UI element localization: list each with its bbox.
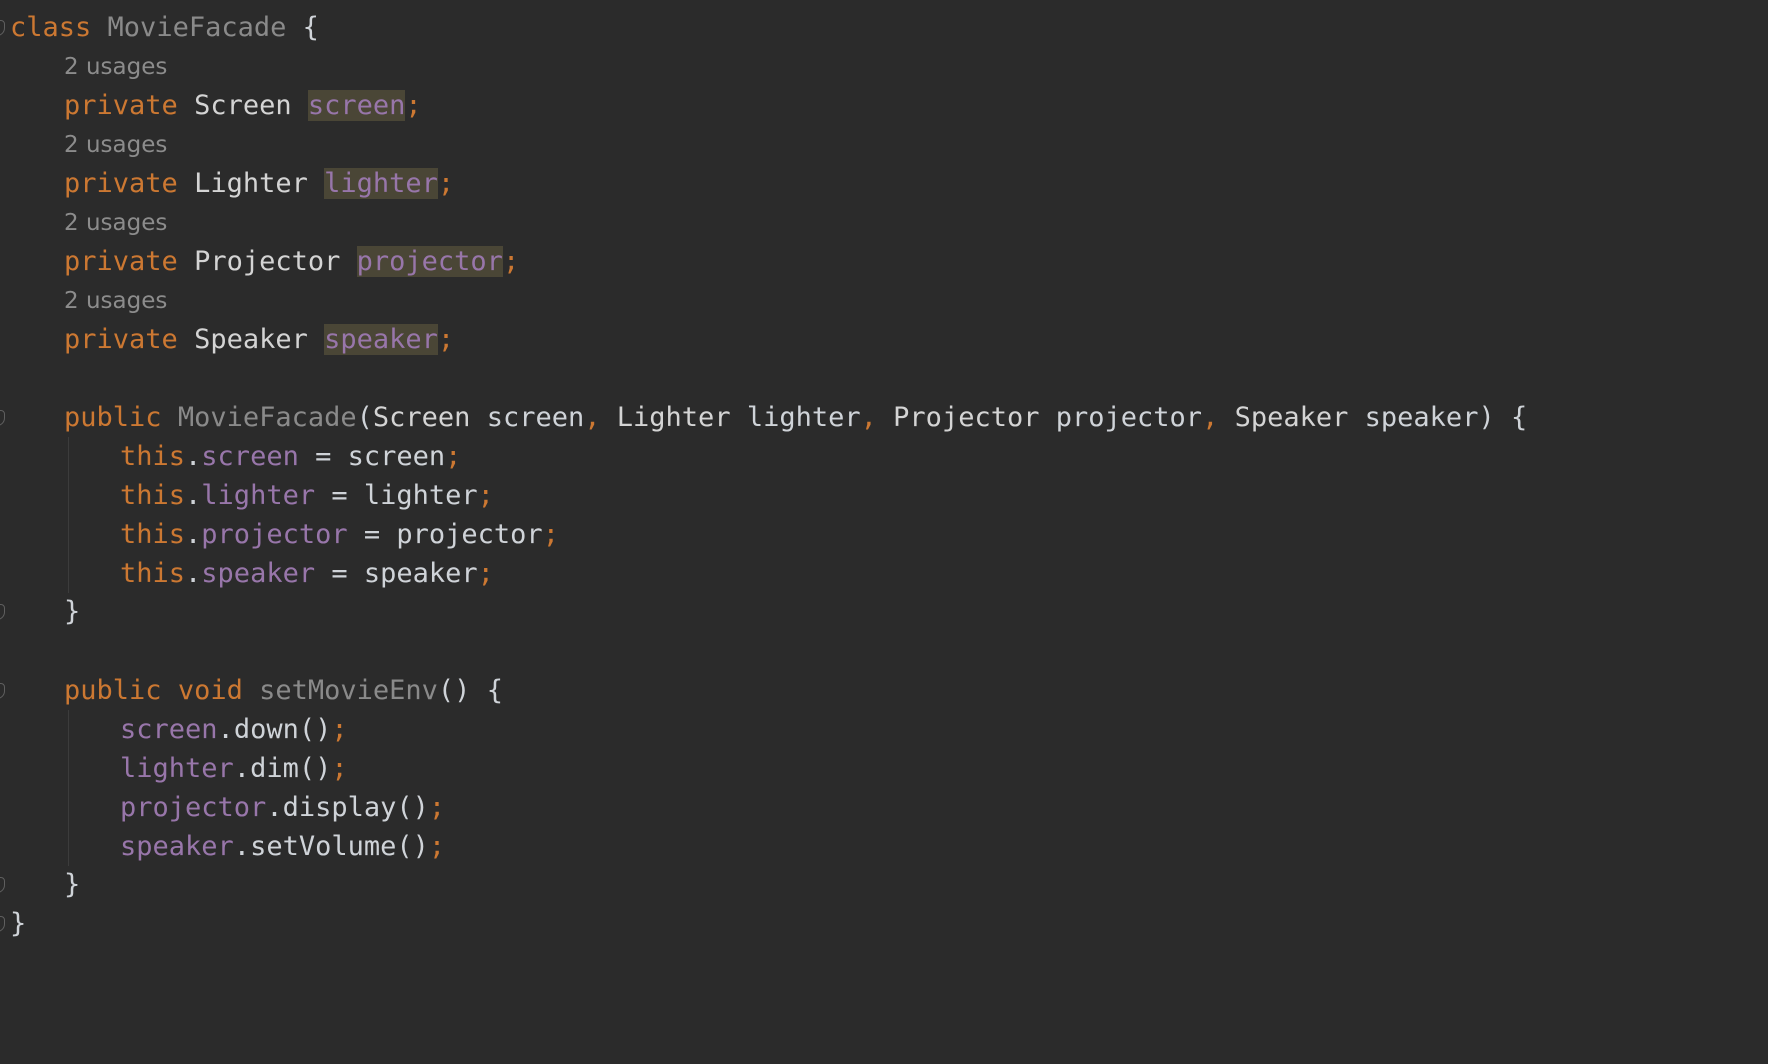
param-name: projector	[1055, 402, 1203, 433]
this-keyword: this	[120, 441, 186, 472]
field-declaration-line[interactable]: private Speaker speaker;	[64, 320, 454, 360]
class-keyword: class	[10, 12, 92, 43]
private-keyword: private	[64, 324, 178, 355]
method-call-line[interactable]: lighter.dim();	[120, 749, 348, 789]
fold-marker-icon[interactable]	[0, 877, 5, 893]
this-keyword: this	[120, 480, 186, 511]
call-target: projector	[120, 792, 267, 823]
constructor-name: MovieFacade	[177, 402, 357, 433]
field-name: projector	[356, 246, 503, 277]
fold-marker-icon[interactable]	[0, 410, 5, 426]
fold-marker-icon[interactable]	[0, 20, 5, 36]
param-name: speaker	[1364, 402, 1479, 433]
called-method: dim()	[250, 753, 332, 784]
field-type: Projector	[194, 246, 341, 277]
call-target: speaker	[120, 831, 234, 862]
assignment-line[interactable]: this.screen = screen;	[120, 437, 461, 477]
usage-hint[interactable]: 2 usages	[64, 203, 167, 243]
fold-marker-icon[interactable]	[0, 916, 5, 932]
field-declaration-line[interactable]: private Projector projector;	[64, 242, 519, 282]
this-keyword: this	[120, 519, 186, 550]
method-signature-line[interactable]: public void setMovieEnv() {	[64, 671, 503, 711]
indent-guide	[68, 710, 69, 866]
called-method: down()	[233, 714, 332, 745]
method-name: setMovieEnv	[259, 675, 438, 706]
private-keyword: private	[64, 246, 178, 277]
closing-brace-line[interactable]: }	[64, 592, 80, 632]
fold-marker-icon[interactable]	[0, 604, 5, 620]
method-call-line[interactable]: projector.display();	[120, 788, 445, 828]
field-type: Speaker	[194, 324, 308, 355]
field-name: screen	[307, 90, 406, 121]
semicolon: ;	[437, 168, 455, 199]
param-name: screen	[486, 402, 585, 433]
field-type: Lighter	[194, 168, 308, 199]
open-brace: {	[302, 12, 319, 43]
called-method: setVolume()	[250, 831, 429, 862]
semicolon: ;	[502, 246, 520, 277]
closing-brace-line[interactable]: }	[64, 865, 80, 905]
field-type: Screen	[194, 90, 292, 121]
class-declaration-line[interactable]: class MovieFacade {	[10, 8, 319, 48]
class-name: MovieFacade	[107, 12, 287, 43]
param-name: lighter	[746, 402, 861, 433]
constructor-signature-line[interactable]: public MovieFacade(Screen screen, Lighte…	[64, 398, 1527, 438]
field-name: speaker	[324, 324, 438, 355]
call-target: screen	[120, 714, 218, 745]
call-target: lighter	[120, 753, 234, 784]
semicolon: ;	[405, 90, 422, 121]
void-keyword: void	[177, 675, 243, 706]
usage-hint[interactable]: 2 usages	[64, 281, 167, 321]
private-keyword: private	[64, 90, 178, 121]
field-declaration-line[interactable]: private Screen screen;	[64, 86, 422, 126]
assignment-line[interactable]: this.projector = projector;	[120, 515, 559, 555]
public-keyword: public	[64, 402, 162, 433]
assignment-line[interactable]: this.lighter = lighter;	[120, 476, 494, 516]
semicolon: ;	[437, 324, 455, 355]
fold-marker-icon[interactable]	[0, 683, 5, 699]
this-keyword: this	[120, 558, 186, 589]
usage-hint[interactable]: 2 usages	[64, 47, 167, 87]
private-keyword: private	[64, 168, 178, 199]
assignment-line[interactable]: this.speaker = speaker;	[120, 554, 494, 594]
method-call-line[interactable]: speaker.setVolume();	[120, 827, 445, 867]
field-name: lighter	[324, 168, 438, 199]
field-declaration-line[interactable]: private Lighter lighter;	[64, 164, 454, 204]
usage-hint[interactable]: 2 usages	[64, 125, 167, 165]
class-closing-brace-line[interactable]: }	[10, 904, 26, 944]
indent-guide	[68, 437, 69, 593]
public-keyword: public	[64, 675, 162, 706]
method-call-line[interactable]: screen.down();	[120, 710, 348, 750]
called-method: display()	[282, 792, 429, 823]
code-editor[interactable]: class MovieFacade { 2 usages private Scr…	[0, 0, 1768, 1064]
